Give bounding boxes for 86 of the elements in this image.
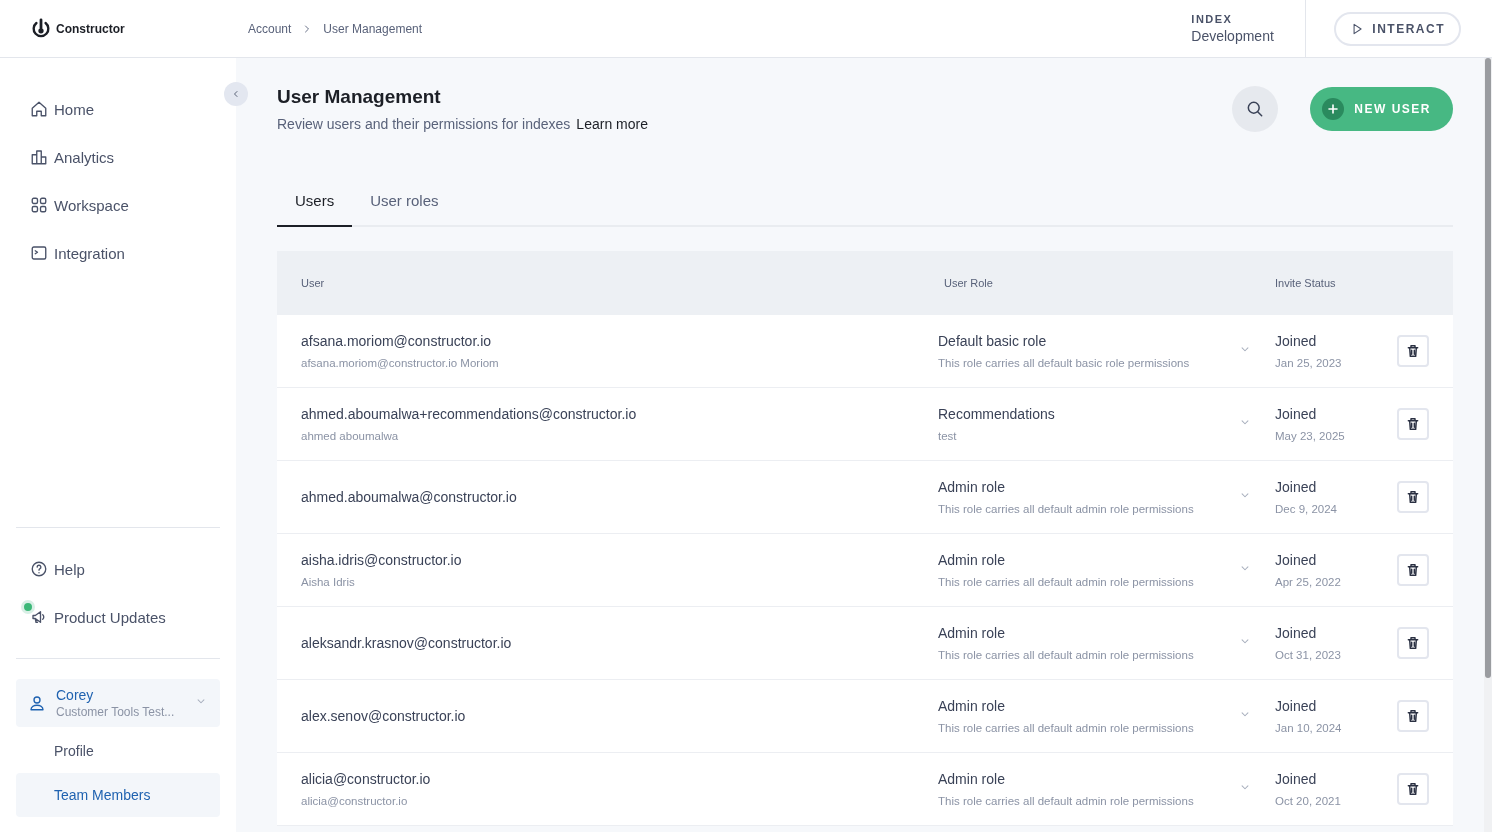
user-name: afsana.moriom@constructor.io Moriom	[301, 357, 500, 369]
interact-button[interactable]: INTERACT	[1334, 11, 1461, 46]
page-subtitle: Review users and their permissions for indexes	[277, 116, 571, 132]
role-name: Admin role	[938, 479, 1006, 495]
tab[interactable]: User roles	[352, 180, 457, 227]
breadcrumb-link[interactable]: Account	[248, 21, 292, 36]
power-logo-icon	[30, 17, 52, 40]
column-header: Invite Status	[1275, 277, 1337, 289]
breadcrumb-link[interactable]: User Management	[323, 21, 423, 36]
delete-button[interactable]	[1397, 335, 1429, 367]
role-name: Admin role	[938, 552, 1006, 568]
invite-status: Joined	[1275, 479, 1318, 495]
role-name: Recommendations	[938, 406, 1056, 422]
collapse-button[interactable]	[224, 82, 248, 106]
terminal-icon	[30, 244, 48, 262]
invite-status: Joined	[1275, 333, 1318, 349]
user-name: Aisha Idris	[301, 576, 356, 588]
column-header: User Role	[944, 277, 994, 289]
account-menu-item[interactable]: Profile	[16, 729, 220, 773]
user-email: afsana.moriom@constructor.io	[301, 333, 493, 349]
join-date: Jan 25, 2023	[1275, 357, 1343, 369]
search-button[interactable]	[1232, 86, 1279, 132]
role-description: test	[938, 430, 958, 442]
user-email: aisha.idris@constructor.io	[301, 552, 463, 568]
role-description: This role carries all default admin role permissions	[938, 649, 1195, 661]
user-email: aleksandr.krasnov@constructor.io	[301, 635, 513, 651]
trash-icon	[1405, 635, 1421, 651]
nav-item[interactable]: Home	[16, 85, 220, 133]
trash-icon	[1405, 416, 1421, 432]
delete-button[interactable]	[1397, 627, 1429, 659]
delete-button[interactable]	[1397, 700, 1429, 732]
role-name: Admin role	[938, 698, 1006, 714]
user-name: alicia@constructor.io	[301, 795, 409, 807]
trash-icon	[1405, 489, 1421, 505]
join-date: Oct 31, 2023	[1275, 649, 1342, 661]
delete-button[interactable]	[1397, 554, 1429, 586]
role-description: This role carries all default admin role permissions	[938, 722, 1195, 734]
invite-status: Joined	[1275, 552, 1318, 568]
grid-icon	[30, 196, 48, 214]
role-name: Default basic role	[938, 333, 1048, 349]
logo-text: Constructor	[56, 21, 125, 36]
column-header: User	[301, 277, 326, 289]
index-dropdown[interactable]: Development	[1191, 28, 1274, 44]
trash-icon	[1405, 781, 1421, 797]
help-icon	[30, 560, 48, 578]
role-description: This role carries all default admin role permissions	[938, 503, 1195, 515]
index-label: INDEX	[1191, 13, 1234, 25]
user-email: ahmed.aboumalwa@constructor.io	[301, 489, 518, 505]
nav-item[interactable]: Integration	[16, 229, 220, 277]
delete-button[interactable]	[1397, 481, 1429, 513]
role-description: This role carries all default admin role permissions	[938, 576, 1195, 588]
page-title: User Management	[277, 86, 442, 108]
home-icon	[30, 100, 48, 118]
user-email: alicia@constructor.io	[301, 771, 432, 787]
role-description: This role carries all default admin role permissions	[938, 795, 1195, 807]
user-email: alex.senov@constructor.io	[301, 708, 467, 724]
trash-icon	[1405, 562, 1421, 578]
scrollbar[interactable]	[1484, 58, 1492, 832]
delete-button[interactable]	[1397, 773, 1429, 805]
join-date: Oct 20, 2021	[1275, 795, 1342, 807]
invite-status: Joined	[1275, 406, 1318, 422]
learn-more-link[interactable]: Learn more	[576, 116, 648, 132]
user-email: ahmed.aboumalwa+recommendations@constructor.io	[301, 406, 638, 422]
trash-icon	[1405, 343, 1421, 359]
nav-item[interactable]: Help	[16, 545, 220, 593]
bar-chart-icon	[30, 148, 48, 166]
invite-status: Joined	[1275, 625, 1318, 641]
nav-item[interactable]: Product Updates	[16, 593, 220, 641]
trash-icon	[1405, 708, 1421, 724]
role-name: Admin role	[938, 771, 1006, 787]
nav-item[interactable]: Workspace	[16, 181, 220, 229]
invite-status: Joined	[1275, 698, 1318, 714]
account-switcher[interactable]: Corey Customer Tools Test...	[16, 679, 220, 727]
user-icon	[28, 694, 46, 712]
tab[interactable]: Users	[277, 180, 353, 227]
nav-item[interactable]: Analytics	[16, 133, 220, 181]
role-description: This role carries all default basic role permissions	[938, 357, 1191, 369]
role-name: Admin role	[938, 625, 1006, 641]
join-date: Apr 25, 2022	[1275, 576, 1342, 588]
join-date: Jan 10, 2024	[1275, 722, 1343, 734]
join-date: May 23, 2025	[1275, 430, 1346, 442]
delete-button[interactable]	[1397, 408, 1429, 440]
invite-status: Joined	[1275, 771, 1318, 787]
user-name: ahmed aboumalwa	[301, 430, 400, 442]
join-date: Dec 9, 2024	[1275, 503, 1338, 515]
account-menu-item[interactable]: Team Members	[16, 773, 220, 817]
